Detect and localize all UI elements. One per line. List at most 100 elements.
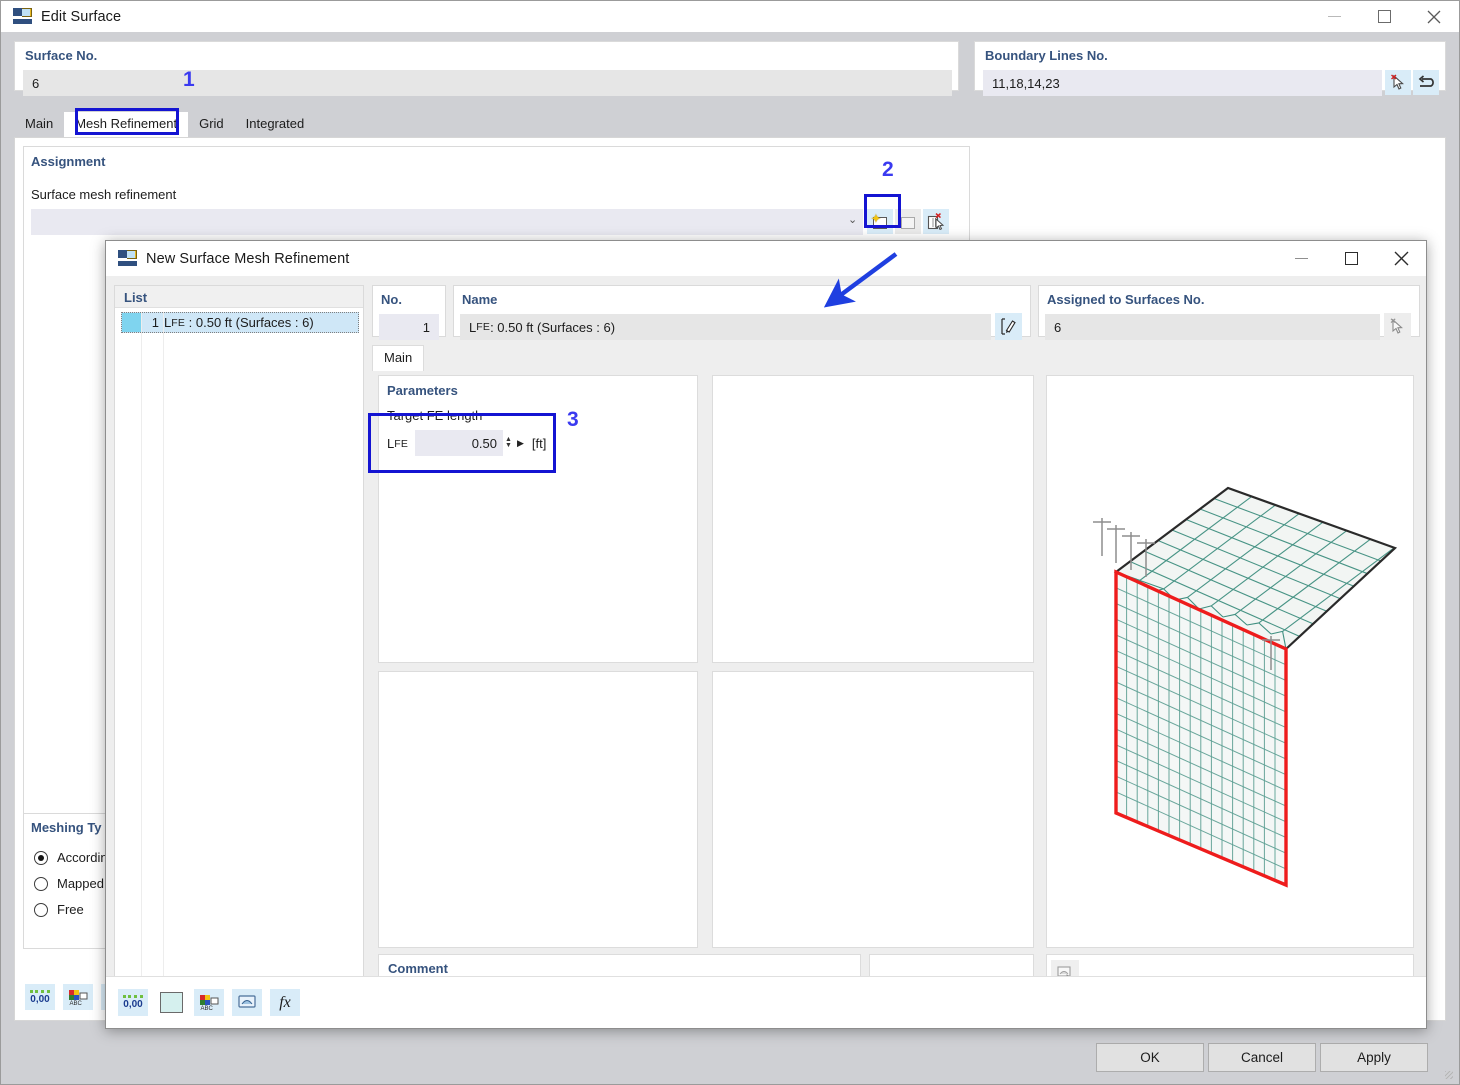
new-mesh-refinement-icon[interactable]: ✦	[867, 209, 893, 234]
rfem-app-icon	[118, 250, 137, 267]
rfem-app-icon	[13, 8, 32, 25]
apply-button[interactable]: Apply	[1320, 1043, 1428, 1072]
target-fe-length-label: Target FE length	[387, 408, 483, 423]
mesh-preview-svg	[1093, 486, 1398, 888]
pick-deselect-icon[interactable]	[1385, 70, 1411, 95]
no-label: No.	[381, 292, 402, 307]
list-item-color-swatch	[122, 313, 142, 332]
ok-button[interactable]: OK	[1096, 1043, 1204, 1072]
name-groupbox: Name L FE : 0.50 ft (Surfaces : 6)	[453, 285, 1031, 340]
boundary-lines-field[interactable]: 11,18,14,23	[983, 70, 1382, 96]
pick-surfaces-icon[interactable]	[1384, 313, 1411, 340]
list-item-name: LFE : 0.50 ft (Surfaces : 6)	[164, 315, 314, 330]
close-button[interactable]	[1376, 241, 1426, 276]
list-groupbox: List 1 LFE : 0.50 ft (Surfaces : 6) ✦	[114, 285, 364, 1022]
radio-label-free: Free	[57, 902, 84, 917]
tab-main-inner[interactable]: Main	[372, 345, 425, 371]
edit-name-icon[interactable]	[995, 313, 1022, 340]
new-smr-title: New Surface Mesh Refinement	[146, 250, 350, 267]
list-header: List	[124, 290, 148, 305]
assigned-surfaces-label: Assigned to Surfaces No.	[1047, 292, 1205, 307]
svg-text:ABC: ABC	[201, 1006, 214, 1011]
new-smr-bottom-toolbar: 0,00 ABC fx	[106, 976, 1426, 1028]
list-column-divider	[141, 312, 142, 1022]
radio-selected-icon	[34, 850, 48, 865]
no-groupbox: No. 1	[372, 285, 446, 340]
main-tabpage: Parameters Target FE length LFE 0.50 ▲ ▼ …	[372, 371, 1420, 1022]
edit-mesh-refinement-icon	[895, 209, 921, 234]
lfe-value-input[interactable]: 0.50	[415, 430, 503, 456]
lfe-symbol: LFE	[387, 435, 409, 451]
reverse-order-icon[interactable]	[1413, 70, 1439, 95]
name-label: Name	[462, 292, 498, 307]
comment-label: Comment	[388, 961, 448, 976]
assigned-surfaces-field[interactable]: 6	[1045, 314, 1380, 340]
edit-surface-window-controls	[1309, 1, 1459, 32]
annotation-number-3: 3	[567, 408, 579, 431]
lfe-expand-icon[interactable]: ▶	[517, 438, 524, 449]
radio-unselected-icon	[34, 902, 48, 917]
no-field[interactable]: 1	[379, 314, 439, 340]
cancel-button[interactable]: Cancel	[1208, 1043, 1316, 1072]
target-fe-length-group: Target FE length LFE 0.50 ▲ ▼ ▶ [ft]	[387, 408, 567, 456]
display-properties-icon[interactable]: ABC	[194, 989, 224, 1016]
radio-label-mapped: Mapped	[57, 876, 104, 891]
maximize-button[interactable]	[1359, 1, 1409, 32]
radio-free[interactable]: Free	[34, 898, 108, 921]
assignment-title: Assignment	[31, 154, 106, 169]
numeric-format-icon[interactable]: 0,00	[25, 984, 55, 1010]
new-surface-mesh-refinement-dialog: New Surface Mesh Refinement List 1 LFE :…	[105, 240, 1427, 1029]
radio-unselected-icon	[34, 876, 48, 891]
minimize-button[interactable]	[1276, 241, 1326, 276]
radio-label-according: Accordin	[57, 850, 108, 865]
surface-mesh-refinement-label: Surface mesh refinement	[31, 187, 177, 202]
parameters-title: Parameters	[387, 383, 458, 398]
edit-surface-title: Edit Surface	[41, 8, 122, 25]
svg-text:ABC: ABC	[70, 1001, 83, 1006]
radio-according-to-standard[interactable]: Accordin	[34, 846, 108, 869]
list-item[interactable]: 1 LFE : 0.50 ft (Surfaces : 6)	[121, 312, 359, 333]
boundary-lines-label: Boundary Lines No.	[985, 48, 1108, 63]
numeric-format-icon[interactable]: 0,00	[118, 989, 148, 1016]
render-view-icon[interactable]	[232, 989, 262, 1016]
tab-grid[interactable]: Grid	[188, 112, 235, 137]
meshing-type-title: Meshing Ty	[31, 820, 102, 835]
lfe-row: LFE 0.50 ▲ ▼ ▶ [ft]	[387, 430, 567, 456]
middle-top-panel	[712, 375, 1034, 663]
annotation-number-2: 2	[882, 158, 894, 181]
surface-no-label: Surface No.	[25, 48, 98, 63]
minimize-button[interactable]	[1309, 1, 1359, 32]
new-smr-tabstrip: Main	[372, 345, 1420, 371]
lfe-spinner[interactable]: ▲ ▼	[505, 436, 512, 449]
list-item-no: 1	[151, 315, 159, 330]
list-column-divider	[163, 312, 164, 1022]
new-smr-window-controls	[1276, 241, 1426, 272]
surface-mesh-refinement-combo[interactable]	[31, 209, 863, 235]
annotation-number-1: 1	[183, 68, 195, 91]
middle-bottom-panel	[712, 671, 1034, 948]
assigned-surfaces-groupbox: Assigned to Surfaces No. 6	[1038, 285, 1420, 340]
surface-no-field[interactable]: 6	[23, 70, 952, 96]
mesh-preview-3d[interactable]	[1046, 375, 1414, 948]
new-smr-titlebar: New Surface Mesh Refinement	[106, 241, 1426, 276]
chevron-down-icon[interactable]: ⌄	[848, 213, 857, 226]
edit-surface-titlebar: Edit Surface	[1, 1, 1459, 32]
display-properties-icon[interactable]: ABC	[63, 984, 93, 1010]
name-field[interactable]: L FE : 0.50 ft (Surfaces : 6)	[460, 314, 991, 340]
color-swatch-icon[interactable]	[156, 989, 186, 1016]
parameters-groupbox: Parameters Target FE length LFE 0.50 ▲ ▼ …	[378, 375, 698, 663]
edit-surface-tabstrip: Main Mesh Refinement Grid Integrated	[14, 111, 1446, 137]
tab-main[interactable]: Main	[14, 112, 64, 137]
lfe-unit: [ft]	[531, 435, 547, 451]
delete-mesh-refinement-icon[interactable]	[923, 209, 949, 234]
resize-grip[interactable]	[1445, 1071, 1453, 1079]
tab-integrated[interactable]: Integrated	[235, 112, 316, 137]
surface-no-groupbox: Surface No. 6	[14, 41, 959, 96]
radio-mapped[interactable]: Mapped	[34, 872, 108, 895]
parameters-detail-panel	[378, 671, 698, 948]
boundary-lines-groupbox: Boundary Lines No. 11,18,14,23	[974, 41, 1446, 96]
tab-mesh-refinement[interactable]: Mesh Refinement	[64, 112, 189, 137]
close-button[interactable]	[1409, 1, 1459, 32]
maximize-button[interactable]	[1326, 241, 1376, 276]
formula-icon[interactable]: fx	[270, 989, 300, 1016]
